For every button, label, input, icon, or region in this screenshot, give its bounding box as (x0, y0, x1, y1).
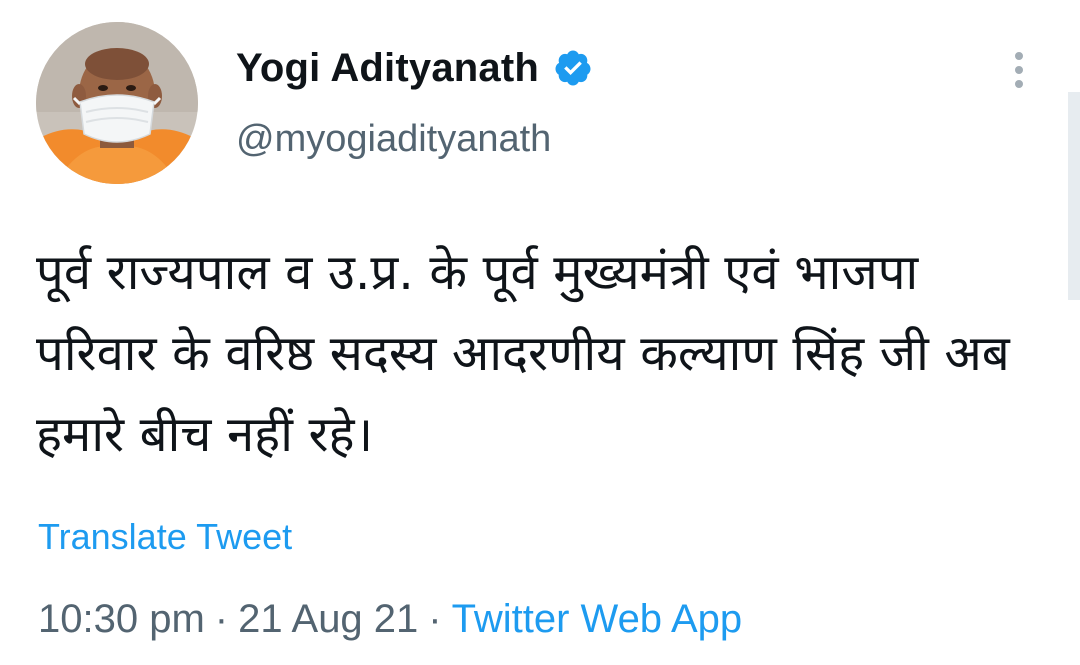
tweet-card: Yogi Adityanath @myogiadityanath पूर्व र… (0, 0, 1080, 665)
vertical-ellipsis-icon[interactable] (1004, 48, 1034, 92)
separator-dot: · (214, 597, 229, 641)
translate-tweet-link[interactable]: Translate Tweet (38, 516, 292, 558)
avatar[interactable] (36, 22, 198, 184)
user-handle[interactable]: @myogiadityanath (236, 118, 551, 161)
profile-photo-icon (36, 22, 198, 184)
tweet-text: पूर्व राज्यपाल व उ.प्र. के पूर्व मुख्यमं… (36, 244, 1010, 463)
scrollbar[interactable] (1068, 92, 1080, 300)
tweet-metadata: 10:30 pm · 21 Aug 21 · Twitter Web App (38, 597, 742, 642)
tweet-date[interactable]: 21 Aug 21 (238, 597, 418, 641)
separator-dot: · (428, 597, 442, 641)
display-name-row[interactable]: Yogi Adityanath (236, 40, 593, 96)
tweet-source-link[interactable]: Twitter Web App (452, 597, 743, 641)
verified-badge-icon (553, 48, 593, 88)
tweet-time[interactable]: 10:30 pm (38, 597, 205, 641)
display-name[interactable]: Yogi Adityanath (236, 46, 539, 91)
